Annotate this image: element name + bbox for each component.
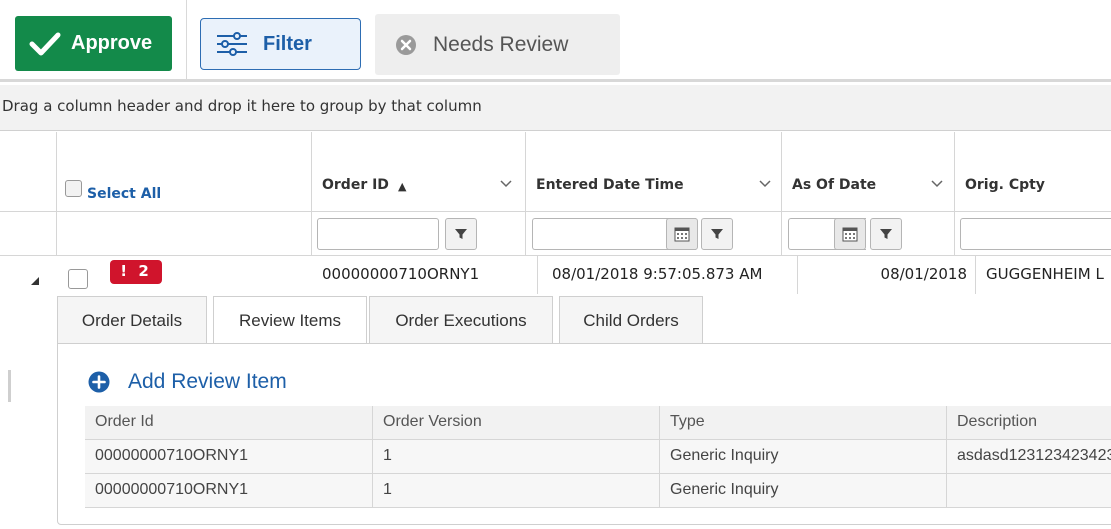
cell-type: Generic Inquiry — [660, 440, 947, 474]
checkmark-icon — [29, 32, 61, 55]
tab-label: Review Items — [238, 311, 342, 330]
tab-order-executions[interactable]: Order Executions — [369, 296, 553, 344]
toolbar-divider — [186, 0, 187, 80]
sort-asc-icon: ▲ — [398, 180, 407, 193]
header-order-id[interactable]: Order ID ▲ — [312, 132, 526, 212]
tab-label: Order Executions — [395, 310, 527, 330]
order-id-filter-button[interactable] — [445, 218, 477, 250]
add-review-item-link[interactable]: Add Review Item — [88, 370, 287, 394]
add-review-item-label: Add Review Item — [128, 370, 287, 393]
cell-orig-cpty: GUGGENHEIM L — [986, 265, 1104, 283]
header-cell[interactable]: Order Id — [85, 406, 373, 440]
cell-description: asdasd123123423423 — [947, 440, 1111, 474]
calendar-icon — [674, 227, 690, 242]
toolbar: Approve Filter Needs Review — [0, 0, 1111, 82]
cell-entered-date-time: 08/01/2018 9:57:05.873 AM — [538, 256, 798, 294]
cell-description — [947, 474, 1111, 508]
filter-button[interactable]: Filter — [200, 18, 361, 70]
left-marker — [8, 370, 11, 402]
filter-cell-empty — [0, 212, 57, 256]
tab-review-items[interactable]: Review Items — [213, 296, 367, 345]
tab-order-details[interactable]: Order Details — [57, 296, 207, 344]
header-as-of-date[interactable]: As Of Date — [782, 132, 955, 212]
table-row[interactable]: ! 2 00000000710ORNY1 08/01/2018 9:57:05.… — [0, 256, 1111, 294]
header-cell[interactable]: Order Version — [373, 406, 660, 440]
cell-as-of-date: 08/01/2018 — [798, 256, 976, 294]
needs-review-button[interactable]: Needs Review — [375, 14, 620, 75]
orig-cpty-filter-input[interactable] — [960, 218, 1111, 250]
as-of-date-filter-button[interactable] — [870, 218, 902, 250]
calendar-icon — [842, 227, 858, 242]
funnel-icon — [455, 229, 467, 239]
header-cell[interactable]: Description — [947, 406, 1111, 440]
chevron-down-icon[interactable] — [930, 176, 944, 190]
sliders-icon — [217, 32, 247, 56]
filter-cell-entered-date — [526, 212, 782, 256]
expand-triangle-icon[interactable] — [30, 276, 40, 286]
filter-cell-as-of-date — [782, 212, 955, 256]
approve-button-label: Approve — [71, 32, 153, 54]
review-items-header-row: Order Id Order Version Type Description — [85, 406, 1111, 440]
header-order-id-label: Order ID — [322, 177, 389, 193]
as-of-date-calendar-button[interactable] — [834, 218, 866, 250]
filter-cell-order-id — [312, 212, 526, 256]
header-entered-date-time-label: Entered Date Time — [536, 177, 684, 193]
needs-review-label: Needs Review — [433, 32, 569, 56]
cell-order-id: 00000000710ORNY1 — [85, 474, 373, 508]
x-circle-icon — [396, 34, 416, 55]
select-all-label[interactable]: Select All — [87, 186, 161, 202]
alert-count-badge: ! 2 — [110, 260, 162, 284]
filter-button-label: Filter — [263, 32, 312, 55]
select-all-checkbox[interactable] — [65, 180, 82, 197]
table-row[interactable]: 00000000710ORNY1 1 Generic Inquiry asdas… — [85, 440, 1111, 474]
header-orig-cpty[interactable]: Orig. Cpty — [955, 132, 1111, 212]
header-as-of-date-label: As Of Date — [792, 177, 877, 193]
header-cell[interactable]: Type — [660, 406, 947, 440]
cell-order-id: 00000000710ORNY1 — [85, 440, 373, 474]
approve-button[interactable]: Approve — [15, 16, 172, 71]
entered-date-calendar-button[interactable] — [666, 218, 698, 250]
entered-date-filter-button[interactable] — [701, 218, 733, 250]
group-by-hint: Drag a column header and drop it here to… — [2, 97, 482, 115]
review-items-panel: Add Review Item Order Id Order Version T… — [57, 343, 1111, 525]
cell-type: Generic Inquiry — [660, 474, 947, 508]
cell-order-version: 1 — [373, 474, 660, 508]
filter-cell-empty — [57, 212, 312, 256]
tab-label: Order Details — [81, 310, 183, 330]
header-orig-cpty-label: Orig. Cpty — [965, 177, 1045, 193]
chevron-down-icon[interactable] — [499, 176, 513, 190]
header-entered-date-time[interactable]: Entered Date Time — [526, 132, 782, 212]
group-by-drop-area[interactable]: Drag a column header and drop it here to… — [0, 85, 1111, 131]
chevron-down-icon[interactable] — [758, 176, 772, 190]
funnel-icon — [880, 229, 892, 239]
filter-cell-orig-cpty — [955, 212, 1111, 256]
row-checkbox[interactable] — [68, 269, 88, 289]
plus-circle-icon — [88, 371, 110, 393]
order-id-filter-input[interactable] — [317, 218, 439, 250]
header-select-all: Select All — [57, 132, 312, 212]
header-expand-col — [0, 132, 57, 212]
cell-order-version: 1 — [373, 440, 660, 474]
cell-order-id: 00000000710ORNY1 — [312, 256, 538, 294]
tab-label: Child Orders — [583, 310, 679, 330]
table-row[interactable]: 00000000710ORNY1 1 Generic Inquiry — [85, 474, 1111, 508]
tab-child-orders[interactable]: Child Orders — [559, 296, 703, 344]
funnel-icon — [711, 229, 723, 239]
